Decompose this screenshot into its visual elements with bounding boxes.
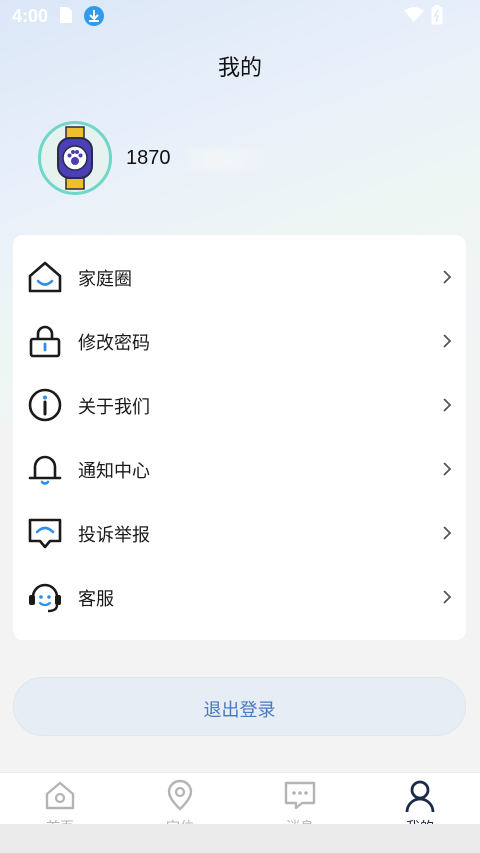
battery-icon <box>431 5 443 30</box>
bell-icon <box>28 455 62 485</box>
menu-item-notification-center[interactable]: 通知中心 <box>13 437 466 501</box>
menu-item-label: 投诉举报 <box>78 525 150 546</box>
menu-item-family-circle[interactable]: 家庭圈 <box>13 245 466 309</box>
menu-item-report[interactable]: 投诉举报 <box>13 501 466 565</box>
person-icon <box>405 780 435 813</box>
lock-icon <box>29 325 61 358</box>
chevron-right-icon <box>443 526 452 540</box>
phone-number: 1870 <box>126 147 171 169</box>
chevron-right-icon <box>443 270 452 284</box>
menu-item-customer-service[interactable]: 客服 <box>13 565 466 629</box>
headset-icon <box>29 583 61 613</box>
location-icon <box>167 779 193 811</box>
menu-card: 家庭圈 修改密码 关于我们 通知中心 投诉举报 客服 <box>13 235 466 640</box>
report-icon <box>28 518 62 549</box>
tab-mine[interactable]: 我的 <box>360 773 480 825</box>
bottom-tab-bar: 首页 定位 消息 我的 <box>0 772 480 825</box>
menu-item-label: 修改密码 <box>78 333 150 354</box>
sim-icon <box>59 6 73 29</box>
message-icon <box>284 781 316 810</box>
watch-paw-icon <box>57 126 93 190</box>
status-time: 4:00 <box>12 6 49 26</box>
wifi-icon <box>404 7 424 28</box>
menu-item-label: 家庭圈 <box>78 269 132 290</box>
menu-item-label: 客服 <box>78 589 114 610</box>
tab-messages[interactable]: 消息 <box>240 773 360 825</box>
chevron-right-icon <box>443 334 452 348</box>
home-icon <box>28 261 62 293</box>
menu-item-label: 通知中心 <box>78 461 150 482</box>
system-navigation-strip <box>0 824 480 853</box>
menu-item-label: 关于我们 <box>78 397 150 418</box>
phone-redaction <box>186 148 266 170</box>
home-tab-icon <box>45 781 75 810</box>
chevron-right-icon <box>443 590 452 604</box>
tab-location[interactable]: 定位 <box>120 773 240 825</box>
chevron-right-icon <box>443 462 452 476</box>
download-icon <box>83 5 105 32</box>
tab-home[interactable]: 首页 <box>0 773 120 825</box>
avatar[interactable] <box>38 121 112 195</box>
status-bar: 4:00 <box>0 0 480 34</box>
page-title: 我的 <box>217 56 262 81</box>
logout-label: 退出登录 <box>203 700 276 721</box>
menu-item-change-password[interactable]: 修改密码 <box>13 309 466 373</box>
logout-button[interactable]: 退出登录 <box>13 677 466 736</box>
menu-item-about-us[interactable]: 关于我们 <box>13 373 466 437</box>
info-icon <box>28 388 62 422</box>
chevron-right-icon <box>443 398 452 412</box>
